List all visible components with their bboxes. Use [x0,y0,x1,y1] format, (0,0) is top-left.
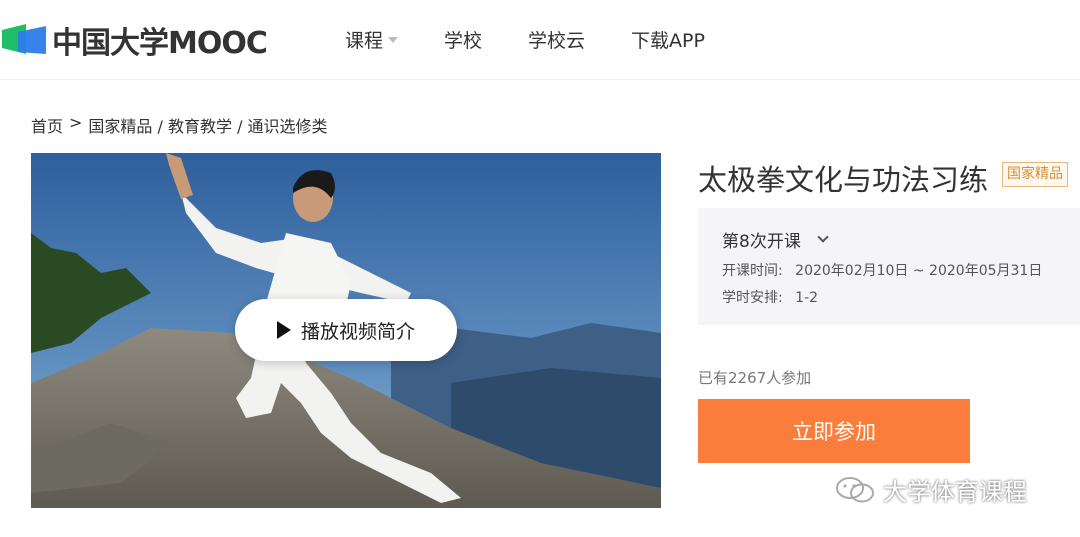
watermark-text: 大学体育课程 [883,478,1027,506]
national-quality-badge: 国家精品 [1002,162,1068,187]
course-intro-video[interactable]: 播放视频简介 [31,153,661,508]
course-hours-value: 1-2 [795,290,819,306]
nav-item-download-app[interactable]: 下载APP [631,26,705,53]
term-label: 第8次开课 [722,232,801,252]
main-nav: 课程 学校 学校云 下载APP [345,26,751,53]
course-hours-label: 学时安排: [722,290,783,306]
caret-down-icon [388,36,399,43]
nav-label: 课程 [345,30,384,52]
join-now-button[interactable]: 立即参加 [698,399,970,463]
enrolled-count: 已有2267人参加 [698,369,812,387]
course-time-label: 开课时间: [722,263,783,279]
nav-label: 下载APP [631,30,705,52]
logo-mark-icon [0,20,48,60]
breadcrumb-separator: > [69,113,83,132]
wechat-watermark: 大学体育课程 [835,472,1027,507]
mooc-logo[interactable]: 中国大学MOOC [0,18,268,62]
breadcrumb-path[interactable]: 国家精品 / 教育教学 / 通识选修类 [88,113,327,137]
course-info-panel: 第8次开课 开课时间: 2020年02月10日 ~ 2020年05月31日 学时… [698,208,1080,325]
course-hours-row: 学时安排: 1-2 [722,287,818,307]
chevron-down-icon [817,231,829,243]
course-title: 太极拳文化与功法习练 [698,163,989,197]
nav-label: 学校云 [528,30,586,52]
course-time-row: 开课时间: 2020年02月10日 ~ 2020年05月31日 [722,260,1042,280]
breadcrumb-home[interactable]: 首页 [31,113,63,137]
nav-item-school-cloud[interactable]: 学校云 [528,26,585,53]
nav-label: 学校 [444,30,483,52]
nav-item-courses[interactable]: 课程 [345,26,399,53]
play-intro-button[interactable]: 播放视频简介 [235,299,457,361]
breadcrumb: 首页 > 国家精品 / 教育教学 / 通识选修类 [31,113,334,137]
top-header: 中国大学MOOC 课程 学校 学校云 下载APP [0,0,1080,80]
play-icon [276,321,291,339]
play-label: 播放视频简介 [300,320,415,343]
term-selector[interactable]: 第8次开课 [722,227,829,252]
logo-text: 中国大学MOOC [52,26,268,61]
wechat-icon [835,475,877,505]
course-time-value: 2020年02月10日 ~ 2020年05月31日 [795,263,1043,279]
nav-item-schools[interactable]: 学校 [444,26,482,53]
